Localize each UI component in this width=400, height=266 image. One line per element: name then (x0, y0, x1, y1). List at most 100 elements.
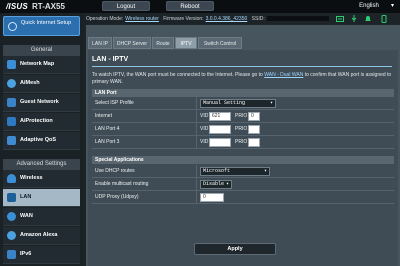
tab-dhcp-server[interactable]: DHCP Server (113, 37, 151, 49)
apply-button[interactable]: Apply (194, 243, 276, 255)
multicast-select[interactable]: Disable ▾ (200, 180, 232, 189)
tab-iptv[interactable]: IPTV (175, 37, 197, 49)
row-divider (196, 136, 197, 148)
row-divider (196, 123, 197, 135)
app-icon[interactable] (380, 15, 388, 23)
sidebar-item-label: LAN (20, 194, 32, 200)
lan-icon (7, 193, 16, 202)
isp-profile-value: Manual Setting (203, 100, 246, 106)
general-section-header: General (3, 45, 80, 56)
page-description: To watch IPTV, the WAN port must be conn… (92, 72, 394, 86)
lan-port-header: LAN Port (92, 89, 394, 97)
sidebar-item-adaptive-qos[interactable]: Adaptive QoS (3, 132, 80, 150)
sidebar-item-label: AiMesh (20, 80, 40, 86)
sidebar-item-network-map[interactable]: Network Map (3, 56, 80, 74)
dhcp-routes-label: Use DHCP routes (95, 168, 135, 174)
logout-button[interactable]: Logout (102, 1, 150, 11)
udp-proxy-input[interactable]: 0 (200, 193, 224, 202)
sidebar-item-wireless[interactable]: Wireless (3, 170, 80, 188)
udp-proxy-label: UDP Proxy (Udpxy) (95, 194, 139, 200)
sidebar-item-label: Adaptive QoS (20, 137, 57, 143)
top-bar: /ISUS RT-AX55 Logout Reboot English ▾ (0, 0, 400, 13)
isp-profile-select[interactable]: Manual Setting ▾ (200, 99, 276, 108)
lan-port-3-row: LAN Port 3 VID PRIO (92, 136, 394, 149)
internet-label: Internet (95, 113, 112, 119)
dhcp-routes-value: Microsoft (203, 168, 231, 174)
network-map-icon (7, 60, 16, 69)
notification-icon[interactable] (364, 15, 372, 23)
wireless-icon (7, 174, 16, 183)
sidebar: Quick Internet Setup General Network Map… (0, 13, 84, 266)
alexa-icon (7, 231, 16, 240)
aiprotection-icon (7, 117, 16, 126)
sidebar-item-label: WAN (20, 213, 33, 219)
lan3-prio-input[interactable] (248, 138, 260, 147)
qis-label: Quick Internet Setup (21, 20, 72, 26)
row-divider (196, 178, 197, 190)
language-label: English (359, 3, 379, 9)
sidebar-item-label: Network Map (20, 61, 55, 67)
content-panel: LAN - IPTV To watch IPTV, the WAN port m… (88, 50, 398, 266)
title-divider (92, 66, 392, 67)
reboot-button[interactable]: Reboot (166, 1, 214, 11)
lan-port-4-row: LAN Port 4 VID PRIO (92, 123, 394, 136)
ssid-redacted (266, 16, 329, 22)
internet-prio-input[interactable]: 0 (248, 112, 260, 121)
advanced-section-header: Advanced Settings (3, 159, 80, 170)
sidebar-item-wan[interactable]: WAN (3, 208, 80, 226)
op-mode-label: Operation Mode: (86, 16, 124, 22)
sidebar-item-ipv6[interactable]: IPv6 (3, 246, 80, 264)
language-select[interactable]: English ▾ (342, 1, 396, 11)
sidebar-item-label: Wireless (20, 175, 43, 181)
prio-label: PRIO (235, 139, 248, 145)
lan3-vid-input[interactable] (209, 138, 231, 147)
vid-label: VID (200, 113, 209, 119)
sidebar-item-amazon-alexa[interactable]: Amazon Alexa (3, 227, 80, 245)
row-divider (196, 97, 197, 109)
internet-row: Internet VID 621 PRIO 0 (92, 110, 394, 123)
vid-label: VID (200, 139, 209, 145)
sidebar-item-label: IPv6 (20, 251, 32, 257)
dhcp-routes-row: Use DHCP routes Microsoft ▾ (92, 165, 394, 178)
tab-switch-control[interactable]: Switch Control (198, 37, 242, 49)
prio-label: PRIO (235, 126, 248, 132)
chevron-down-icon: ▾ (269, 100, 273, 106)
internet-vid-input[interactable]: 621 (209, 112, 231, 121)
quick-internet-setup-button[interactable]: Quick Internet Setup (3, 16, 80, 36)
isp-profile-label: Select ISP Profile (95, 100, 134, 106)
ssid-label: SSID: (251, 16, 265, 22)
tab-route[interactable]: Route (152, 37, 174, 49)
main-panel: LAN IP DHCP Server Route IPTV Switch Con… (86, 25, 400, 266)
firmware-label: Firmware Version: (163, 16, 204, 22)
row-divider (196, 191, 197, 203)
sidebar-item-label: AiProtection (20, 118, 53, 124)
special-applications-header: Special Applications (92, 156, 394, 164)
multicast-value: Disable (203, 181, 225, 187)
network-status-icon[interactable] (336, 15, 344, 23)
udp-proxy-row: UDP Proxy (Udpxy) 0 (92, 191, 394, 204)
wan-dual-wan-link[interactable]: WAN - Dual WAN (264, 72, 303, 78)
vid-label: VID (200, 126, 209, 132)
sidebar-item-aiprotection[interactable]: AiProtection (3, 113, 80, 131)
lan-port-4-label: LAN Port 4 (95, 126, 120, 132)
aimesh-icon (7, 79, 16, 88)
dhcp-routes-select[interactable]: Microsoft ▾ (200, 167, 270, 176)
sidebar-item-guest-network[interactable]: Guest Network (3, 94, 80, 112)
row-divider (196, 165, 197, 177)
firmware-link[interactable]: 3.0.0.4.386_42350 (206, 16, 248, 22)
tab-lan-ip[interactable]: LAN IP (88, 37, 112, 49)
op-mode-link[interactable]: Wireless router (125, 16, 159, 22)
status-icons (336, 15, 398, 23)
isp-profile-row: Select ISP Profile Manual Setting ▾ (92, 97, 394, 110)
lan4-vid-input[interactable] (209, 125, 231, 134)
sidebar-item-aimesh[interactable]: AiMesh (3, 75, 80, 93)
usb-status-icon[interactable] (350, 15, 358, 23)
lan4-prio-input[interactable] (248, 125, 260, 134)
sidebar-item-lan[interactable]: LAN (3, 189, 80, 207)
lan-port-3-label: LAN Port 3 (95, 139, 120, 145)
sidebar-item-label: Amazon Alexa (20, 232, 58, 238)
page-title: LAN - IPTV (92, 56, 129, 63)
chevron-down-icon: ▾ (263, 168, 267, 174)
chevron-down-icon: ▾ (390, 3, 394, 9)
router-model: RT-AX55 (32, 2, 65, 11)
